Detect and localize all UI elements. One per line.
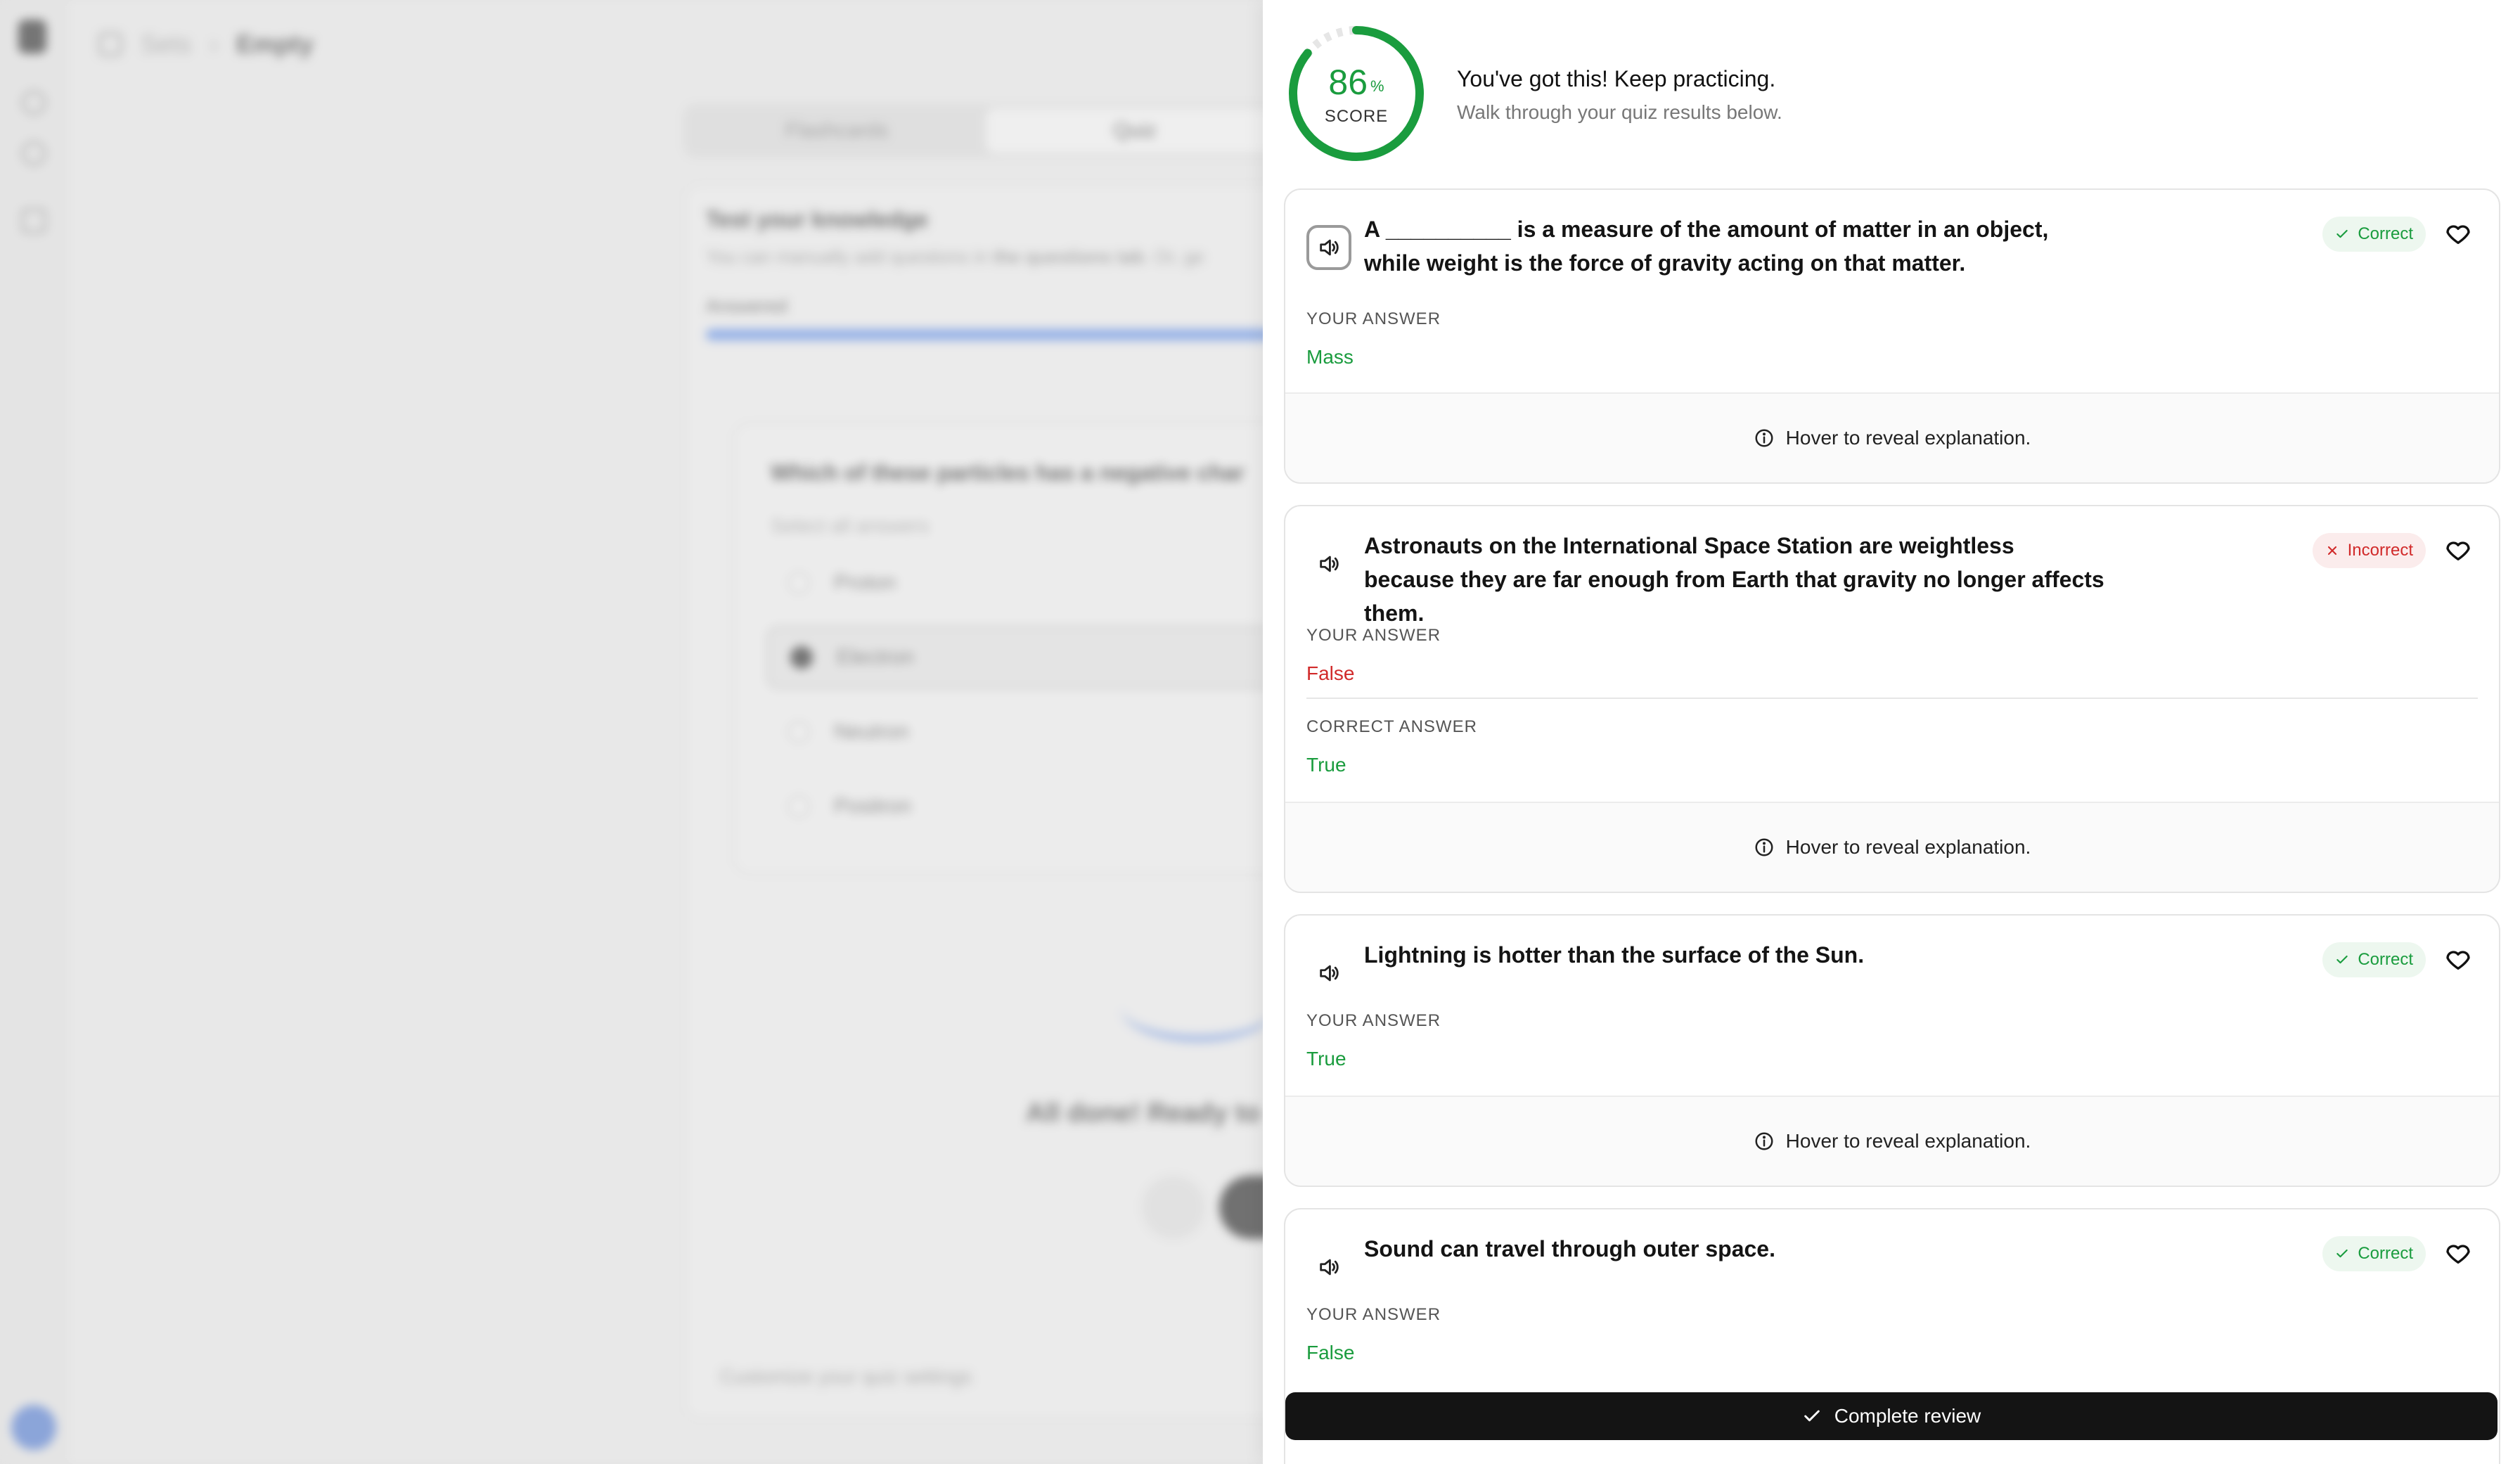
explanation-text: Hover to reveal explanation. bbox=[1785, 836, 2031, 858]
status-badge: Correct bbox=[2322, 217, 2426, 252]
status-text: Correct bbox=[2358, 224, 2413, 243]
speak-button[interactable] bbox=[1306, 225, 1351, 270]
explanation-reveal[interactable]: Hover to reveal explanation. bbox=[1285, 392, 2499, 482]
speak-button[interactable] bbox=[1306, 1245, 1351, 1290]
complete-review-button[interactable]: Complete review bbox=[1285, 1392, 2498, 1440]
check-icon bbox=[1804, 1410, 1820, 1422]
check-icon bbox=[2336, 229, 2348, 238]
correct-answer-label: CORRECT ANSWER bbox=[1306, 717, 1477, 736]
status-text: Incorrect bbox=[2347, 541, 2413, 560]
speaker-icon bbox=[1320, 239, 1339, 256]
your-answer-value: False bbox=[1306, 1342, 1355, 1363]
speaker-icon bbox=[1320, 1259, 1339, 1276]
question-text: Astronauts on the International Space St… bbox=[1364, 533, 2104, 626]
info-icon bbox=[1755, 1132, 1773, 1150]
heart-icon[interactable] bbox=[2444, 945, 2472, 973]
explanation-reveal[interactable]: Hover to reveal explanation. bbox=[1285, 802, 2499, 892]
score-value: 86% bbox=[1284, 62, 1429, 103]
question-card: Astronauts on the International Space St… bbox=[1284, 505, 2500, 893]
score-number: 86 bbox=[1328, 63, 1368, 102]
correct-answer-value: True bbox=[1306, 754, 1346, 776]
review-header: 86% SCORE You've got this! Keep practici… bbox=[1284, 21, 2507, 169]
your-answer-value: False bbox=[1306, 662, 1355, 684]
speak-button[interactable] bbox=[1306, 951, 1351, 996]
info-icon bbox=[1755, 838, 1773, 856]
heart-icon[interactable] bbox=[2444, 1239, 2472, 1267]
your-answer-value: Mass bbox=[1306, 346, 1354, 368]
check-icon bbox=[2336, 955, 2348, 964]
heart-icon[interactable] bbox=[2444, 219, 2472, 248]
x-icon bbox=[2327, 546, 2336, 556]
question-card: Lightning is hotter than the surface of … bbox=[1284, 914, 2500, 1187]
status-text: Correct bbox=[2358, 1244, 2413, 1263]
question-text: Lightning is hotter than the surface of … bbox=[1364, 942, 1865, 968]
question-text: A __________ is a measure of the amount … bbox=[1364, 217, 2049, 276]
info-icon bbox=[1755, 429, 1773, 447]
explanation-text: Hover to reveal explanation. bbox=[1785, 427, 2031, 449]
status-badge: Incorrect bbox=[2312, 533, 2426, 568]
modal-overlay[interactable] bbox=[0, 0, 1263, 1464]
your-answer-label: YOUR ANSWER bbox=[1306, 1011, 1441, 1030]
your-answer-label: YOUR ANSWER bbox=[1306, 309, 1441, 328]
score-unit: % bbox=[1370, 77, 1384, 95]
review-subtitle: Walk through your quiz results below. bbox=[1457, 101, 1782, 123]
explanation-reveal[interactable]: Hover to reveal explanation. bbox=[1285, 1096, 2499, 1186]
speak-button[interactable] bbox=[1306, 541, 1351, 586]
question-card: A __________ is a measure of the amount … bbox=[1284, 188, 2500, 484]
status-badge: Correct bbox=[2322, 942, 2426, 977]
status-text: Correct bbox=[2358, 950, 2413, 969]
complete-review-label: Complete review bbox=[1834, 1405, 1981, 1427]
status-badge: Correct bbox=[2322, 1236, 2426, 1271]
heart-icon[interactable] bbox=[2444, 536, 2472, 564]
review-panel: 86% SCORE You've got this! Keep practici… bbox=[1263, 0, 2520, 1464]
explanation-text: Hover to reveal explanation. bbox=[1785, 1130, 2031, 1152]
score-label: SCORE bbox=[1324, 107, 1389, 126]
your-answer-label: YOUR ANSWER bbox=[1306, 1305, 1441, 1324]
divider bbox=[1306, 698, 2478, 699]
question-text: Sound can travel through outer space. bbox=[1364, 1236, 1775, 1261]
check-icon bbox=[2336, 1249, 2348, 1258]
your-answer-label: YOUR ANSWER bbox=[1306, 626, 1441, 645]
speaker-icon bbox=[1320, 556, 1339, 572]
review-title: You've got this! Keep practicing. bbox=[1457, 66, 1776, 91]
speaker-icon bbox=[1320, 965, 1339, 982]
your-answer-value: True bbox=[1306, 1048, 1346, 1070]
